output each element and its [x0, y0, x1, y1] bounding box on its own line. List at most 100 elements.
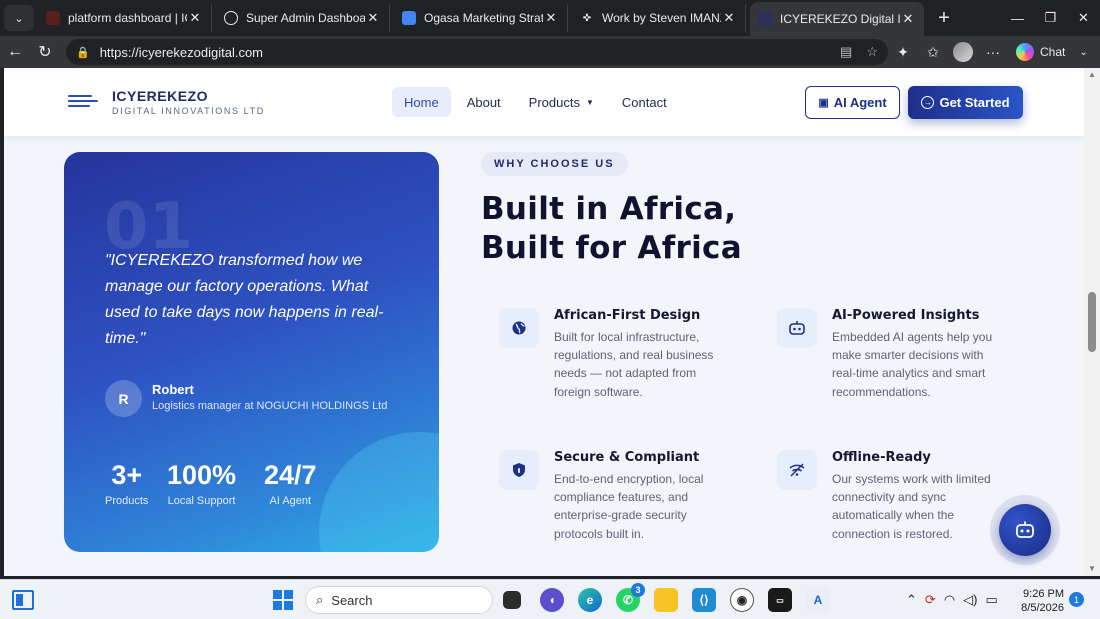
nav-home[interactable]: Home	[392, 87, 451, 117]
stat-label: Products	[105, 495, 149, 507]
app-icon[interactable]: A	[806, 588, 830, 612]
decorative-circle	[319, 432, 439, 552]
back-arrow-icon[interactable]: ←	[0, 38, 30, 66]
favorites-icon[interactable]: ✩	[918, 38, 948, 66]
testimonial-author-name: Robert	[152, 382, 194, 397]
google-docs-icon	[402, 11, 416, 25]
get-started-button[interactable]: → Get Started	[908, 86, 1023, 119]
clock-date: 8/5/2026	[1021, 602, 1064, 614]
terminal-icon[interactable]: ▭	[768, 588, 792, 612]
clock-time: 9:26 PM	[1023, 588, 1064, 600]
close-icon[interactable]: ✕	[187, 10, 203, 26]
wifi-off-icon	[777, 450, 817, 490]
robot-icon	[777, 308, 817, 348]
tab-favicon-icon	[758, 12, 772, 26]
more-options-icon[interactable]: ···	[978, 38, 1008, 66]
file-explorer-icon[interactable]	[654, 588, 678, 612]
nav-products[interactable]: Products ▼	[517, 87, 606, 117]
stat-ai-agent: 24/7 AI Agent	[264, 460, 317, 507]
brand-logo-link[interactable]: ICYEREKEZO DIGITAL INNOVATIONS LTD	[68, 88, 265, 116]
restore-icon[interactable]: ❐	[1034, 0, 1067, 36]
copilot-icon	[1016, 43, 1034, 61]
testimonial-card: 01 "ICYEREKEZO transformed how we manage…	[64, 152, 439, 552]
caret-down-icon: ▼	[585, 97, 594, 107]
profile-avatar[interactable]	[948, 38, 978, 66]
globe-icon	[224, 11, 238, 25]
stat-products: 3+ Products	[105, 460, 148, 507]
tab-title: Super Admin Dashboard - Local	[246, 11, 365, 25]
globe-icon	[499, 308, 539, 348]
widgets-icon[interactable]	[12, 590, 34, 610]
heading-line-2: Built for Africa	[481, 230, 742, 266]
reload-icon[interactable]: ↻	[30, 38, 60, 66]
feature-description: Our systems work with limited connectivi…	[832, 472, 991, 541]
stat-value: 24/7	[264, 460, 317, 490]
brand-tagline: DIGITAL INNOVATIONS LTD	[112, 106, 265, 116]
browser-tab[interactable]: Ogasa Marketing Strategy Proposal ✕	[394, 4, 568, 32]
page-scrollbar[interactable]: ▲ ▼	[1084, 68, 1100, 576]
whatsapp-icon[interactable]: ✆ 3	[616, 583, 645, 612]
chat-app-icon[interactable]: ◖	[540, 588, 564, 612]
feature-description: End-to-end encryption, local compliance …	[554, 472, 704, 541]
vscode-icon[interactable]: ⟨⟩	[692, 588, 716, 612]
feature-title: Secure & Compliant	[554, 450, 700, 465]
nav-about[interactable]: About	[455, 87, 513, 117]
section-heading: Built in Africa, Built for Africa	[481, 190, 742, 268]
close-icon[interactable]: ✕	[543, 10, 559, 26]
browser-tab-active[interactable]: ICYEREKEZO Digital Innovations ✕	[750, 2, 924, 36]
feature-title: African-First Design	[554, 308, 701, 323]
extensions-icon[interactable]: ✦	[888, 38, 918, 66]
edge-browser-icon[interactable]: e	[578, 588, 602, 612]
stat-value: 100%	[167, 460, 237, 490]
browser-tab[interactable]: Super Admin Dashboard - Local ✕	[216, 4, 390, 32]
shield-icon	[499, 450, 539, 490]
tab-title: ICYEREKEZO Digital Innovations	[780, 12, 900, 26]
scroll-down-arrow-icon[interactable]: ▼	[1088, 564, 1096, 573]
arrow-circle-icon: →	[921, 96, 935, 109]
close-icon[interactable]: ✕	[365, 10, 381, 26]
web-page: ICYEREKEZO DIGITAL INNOVATIONS LTD Home …	[4, 68, 1084, 576]
notification-badge: 3	[631, 583, 645, 597]
browser-tab[interactable]: platform dashboard | ICYEREKEZO ✕	[38, 4, 212, 32]
taskbar-clock[interactable]: 9:26 PM 8/5/2026	[1020, 587, 1064, 615]
close-icon[interactable]: ✕	[900, 11, 916, 27]
browser-tab[interactable]: ✜ Work by Steven IMANZI ✕	[572, 4, 746, 32]
site-header: ICYEREKEZO DIGITAL INNOVATIONS LTD Home …	[4, 68, 1084, 136]
reader-view-icon[interactable]: ▤	[840, 44, 852, 60]
minimize-icon[interactable]: —	[1001, 0, 1034, 36]
search-placeholder: Search	[331, 592, 373, 608]
taskbar-search-box[interactable]: ⌕ Search	[305, 586, 493, 614]
floating-ai-chat-button[interactable]	[990, 495, 1060, 565]
scrollbar-thumb[interactable]	[1088, 292, 1096, 352]
favorite-star-icon[interactable]: ☆	[866, 44, 878, 60]
scroll-up-arrow-icon[interactable]: ▲	[1088, 70, 1096, 79]
chevron-up-icon[interactable]: ⌃	[906, 592, 917, 608]
screen: ⌄ platform dashboard | ICYEREKEZO ✕ Supe…	[0, 0, 1100, 619]
stat-local-support: 100% Local Support	[167, 460, 236, 507]
nav-contact[interactable]: Contact	[610, 87, 679, 117]
wifi-icon[interactable]: ◠	[944, 592, 955, 608]
app-icon[interactable]: ◉	[730, 588, 754, 612]
copilot-chat-button[interactable]: Chat ⌄	[1016, 43, 1088, 61]
tab-title: platform dashboard | ICYEREKEZO	[68, 11, 187, 25]
notification-count-badge[interactable]: 1	[1069, 592, 1084, 607]
address-bar[interactable]: 🔒 https://icyerekezodigital.com ▤ ☆	[66, 39, 888, 65]
close-icon[interactable]: ✕	[721, 10, 737, 26]
tab-list-menu-button[interactable]: ⌄	[4, 5, 34, 31]
new-tab-button[interactable]: +	[930, 4, 958, 32]
security-icon[interactable]: ⟳	[925, 592, 936, 608]
section-eyebrow-pill: WHY CHOOSE US	[481, 152, 628, 176]
feature-title: Offline-Ready	[832, 450, 931, 465]
browser-tab-bar: ⌄ platform dashboard | ICYEREKEZO ✕ Supe…	[0, 0, 1100, 36]
battery-icon[interactable]: ▭	[985, 592, 997, 608]
windows-taskbar: ⌕ Search ◖ e ✆ 3 ⟨⟩ ◉ ▭ A ⌃ ⟳ ◠ ◁) ▭ 9:2…	[0, 579, 1100, 619]
ai-agent-label: AI Agent	[833, 95, 887, 110]
brand-logo-icon	[68, 91, 98, 113]
chat-label: Chat	[1040, 45, 1066, 59]
task-view-icon[interactable]	[503, 591, 521, 609]
volume-icon[interactable]: ◁)	[963, 592, 977, 608]
start-button[interactable]	[273, 590, 293, 610]
close-window-icon[interactable]: ✕	[1067, 0, 1100, 36]
ai-agent-button[interactable]: ▣ AI Agent	[805, 86, 900, 119]
avatar: R	[105, 380, 142, 417]
